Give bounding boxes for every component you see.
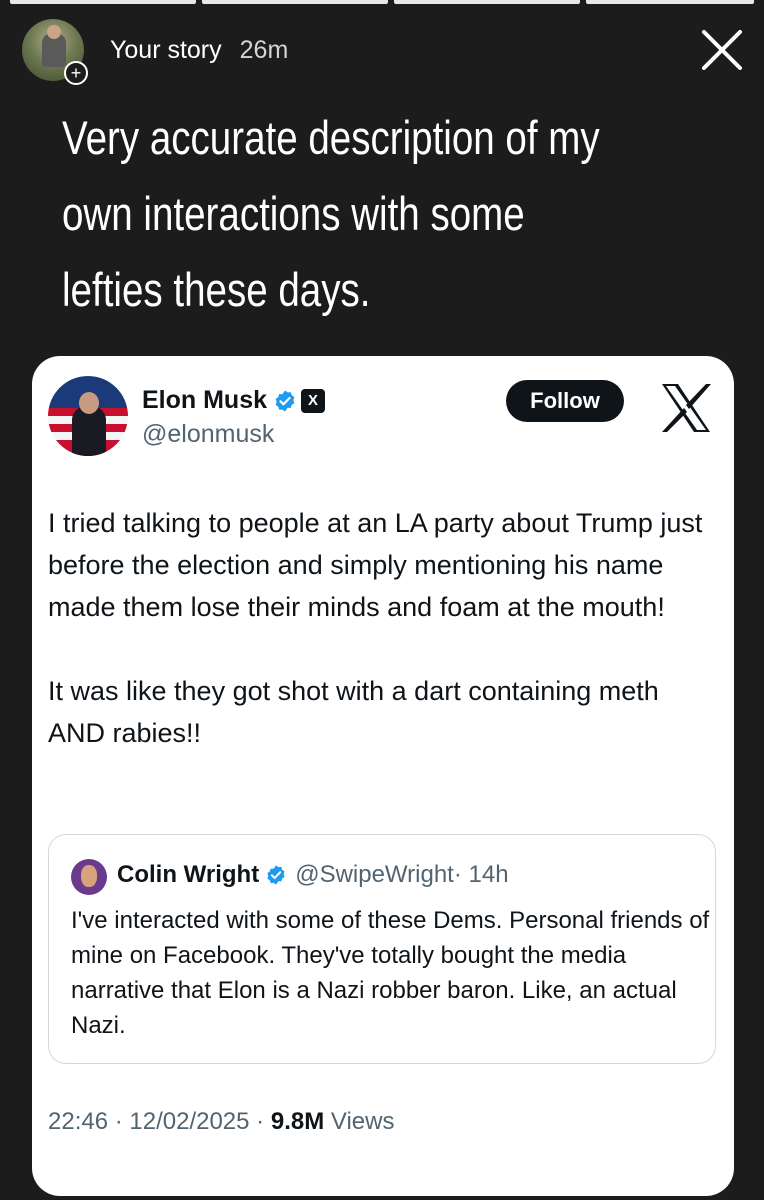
progress-segment: [202, 0, 389, 4]
story-progress-bar: [10, 0, 754, 4]
tweet-text: I tried talking to people at an LA party…: [48, 502, 718, 754]
avatar-head: [79, 392, 99, 414]
story-username[interactable]: Your story: [110, 36, 222, 65]
tweet-paragraph: It was like they got shot with a dart co…: [48, 676, 659, 748]
x-logo-icon: [662, 384, 711, 432]
x-affiliation-badge-icon: X: [301, 388, 326, 413]
quoted-tweet[interactable]: Colin Wright @SwipeWright · 14h I've int…: [48, 834, 716, 1064]
tweet-author-name[interactable]: Elon Musk: [142, 386, 267, 415]
plus-icon[interactable]: +: [64, 61, 88, 85]
caption-line: own interactions with some: [62, 187, 525, 240]
verified-badge-icon: [275, 390, 295, 411]
story-header: + Your story 26m: [22, 18, 746, 85]
tweet-author-avatar[interactable]: [48, 376, 128, 456]
follow-button[interactable]: Follow: [506, 380, 624, 422]
avatar-head: [47, 25, 61, 39]
tweet-timestamp: 22:46 · 12/02/2025 ·: [48, 1108, 265, 1135]
quoted-tweet-time: · 14h: [453, 861, 509, 888]
tweet-author-handle[interactable]: @elonmusk: [142, 420, 274, 449]
story-avatar[interactable]: +: [22, 19, 88, 85]
tweet-card[interactable]: Elon Musk X @elonmusk Follow I tried tal…: [32, 356, 734, 1196]
story-caption: Very accurate description of my own inte…: [62, 100, 603, 328]
quoted-author-avatar[interactable]: [71, 859, 107, 895]
caption-line: Very accurate description of my: [62, 111, 600, 164]
tweet-author-row: Elon Musk X: [142, 386, 326, 415]
verified-badge-icon: [267, 865, 285, 885]
quoted-author-handle[interactable]: @SwipeWright: [295, 861, 454, 889]
quoted-tweet-text: I've interacted with some of these Dems.…: [71, 907, 710, 1039]
caption-line: lefties these days.: [62, 263, 371, 316]
quoted-author-row: Colin Wright @SwipeWright · 14h: [117, 861, 509, 889]
quoted-author-name[interactable]: Colin Wright: [117, 861, 259, 889]
close-icon[interactable]: [698, 26, 746, 74]
avatar-head: [81, 865, 97, 887]
progress-segment: [394, 0, 581, 4]
story-timestamp: 26m: [239, 35, 289, 64]
tweet-views-count: 9.8M: [270, 1108, 325, 1135]
tweet-paragraph: I tried talking to people at an LA party…: [48, 508, 703, 622]
progress-segment-active: [586, 0, 754, 4]
progress-segment: [10, 0, 197, 4]
tweet-views-label: Views: [330, 1108, 395, 1135]
tweet-meta: 22:46 · 12/02/2025 · 9.8M Views: [48, 1108, 394, 1136]
